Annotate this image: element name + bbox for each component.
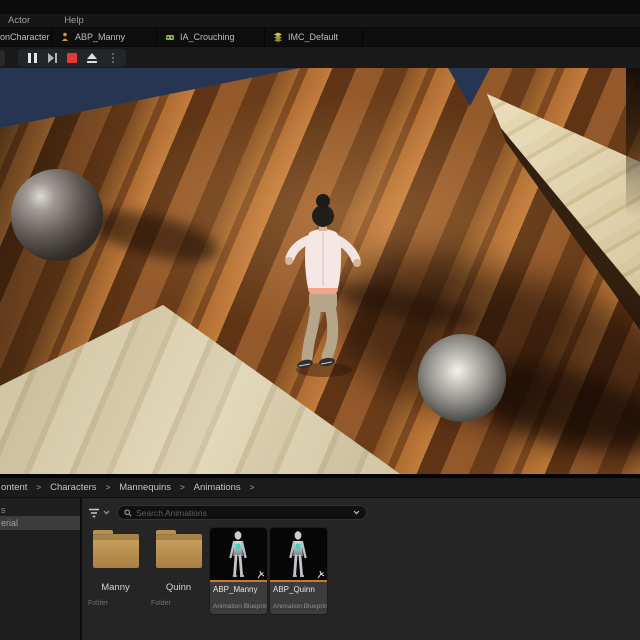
tab-abp-manny[interactable]: ABP_Manny <box>52 28 157 46</box>
search-input[interactable]: Search Animations <box>117 505 367 520</box>
pause-button[interactable] <box>24 51 40 65</box>
content-browser: s erial Search Animations Manny Folder Q… <box>0 498 640 640</box>
filter-chevron-icon[interactable] <box>103 510 110 515</box>
breadcrumb-separator: > <box>249 483 255 492</box>
menu-actor[interactable]: Actor <box>8 15 30 26</box>
asset-name: Quinn <box>165 582 192 593</box>
asset-name: ABP_Quinn <box>273 585 315 594</box>
asset-type: Folder <box>151 600 171 607</box>
playback-controls <box>18 49 126 67</box>
eject-icon <box>87 53 97 63</box>
asset-type: Folder <box>88 600 108 607</box>
player-character <box>285 194 361 377</box>
input-mapping-context-icon <box>274 32 282 42</box>
filter-row: Search Animations <box>88 505 367 520</box>
search-options-chevron-icon[interactable] <box>353 510 360 515</box>
asset-type: Animation Blueprint <box>213 603 267 610</box>
unreal-editor-window: Actor Help onCharacter ABP_Manny IA_Crou… <box>0 0 640 640</box>
tab-oncharacter[interactable]: onCharacter <box>0 28 52 46</box>
toolbar-options-button[interactable] <box>104 51 120 65</box>
tab-label: IA_Crouching <box>180 32 235 42</box>
asset-tile-quinn[interactable]: Quinn Folder <box>150 530 207 607</box>
breadcrumb-separator: > <box>180 483 185 492</box>
search-placeholder: Search Animations <box>136 507 207 518</box>
asset-thumbnail <box>270 528 327 580</box>
kebab-icon <box>112 53 114 63</box>
asset-name: Manny <box>101 582 130 593</box>
metal-sphere-left <box>11 169 103 261</box>
tab-label: IMC_Default <box>288 32 339 42</box>
source-row-label: erial <box>1 518 19 528</box>
input-action-icon <box>166 35 174 40</box>
pose-watermark-icon <box>317 570 325 579</box>
mannequin-thumbnail <box>229 531 247 577</box>
source-row-selected[interactable]: erial <box>0 516 80 530</box>
breadcrumb-separator: > <box>105 483 111 492</box>
eject-button[interactable] <box>84 51 100 65</box>
breadcrumb-separator: > <box>36 483 42 492</box>
stop-icon <box>67 53 77 63</box>
viewport-right-dark-edge <box>626 68 640 218</box>
tab-imc-default[interactable]: IMC_Default <box>265 28 363 46</box>
sources-panel: s erial <box>0 498 82 640</box>
asset-type: Animation Blueprint <box>273 603 327 610</box>
breadcrumb-content[interactable]: ontent <box>1 482 27 493</box>
asset-tile-abp-quinn[interactable]: ABP_Quinn Animation Blueprint <box>270 528 327 614</box>
asset-tile-manny[interactable]: Manny Folder <box>87 530 144 607</box>
mannequin-thumbnail <box>289 531 307 577</box>
source-row-label: s <box>1 504 6 515</box>
window-titlebar <box>0 0 640 14</box>
metal-sphere-right <box>418 334 506 422</box>
folder-icon <box>155 530 202 568</box>
menu-bar: Actor Help <box>0 14 640 28</box>
breadcrumb-animations[interactable]: Animations <box>194 482 241 493</box>
pause-icon <box>27 53 37 63</box>
animation-blueprint-icon <box>62 32 68 41</box>
play-toolbar <box>0 46 640 68</box>
pose-watermark-icon <box>257 570 265 579</box>
tab-label: onCharacter <box>0 32 50 42</box>
frame-skip-icon <box>47 53 54 63</box>
breadcrumb-characters[interactable]: Characters <box>50 482 96 493</box>
source-row[interactable]: s <box>0 503 80 516</box>
breadcrumb-mannequins[interactable]: Mannequins <box>119 482 171 493</box>
viewport-3d[interactable] <box>0 68 640 474</box>
search-icon <box>124 508 132 517</box>
toolbar-partial-button[interactable] <box>0 50 5 66</box>
tab-label: ABP_Manny <box>75 32 126 42</box>
filter-icon[interactable] <box>88 508 100 518</box>
frame-skip-button[interactable] <box>44 51 60 65</box>
stop-button[interactable] <box>64 51 80 65</box>
tab-ia-crouching[interactable]: IA_Crouching <box>157 28 265 46</box>
asset-tile-abp-manny[interactable]: ABP_Manny Animation Blueprint <box>210 528 267 614</box>
folder-icon <box>92 530 139 568</box>
breadcrumb: ontent > Characters > Mannequins > Anima… <box>0 478 640 498</box>
menu-help[interactable]: Help <box>64 15 84 26</box>
asset-tab-bar: onCharacter ABP_Manny IA_Crouching IMC_D… <box>0 28 640 46</box>
content-browser-main: Search Animations Manny Folder Quinn Fol… <box>84 498 640 640</box>
asset-thumbnail <box>210 528 267 580</box>
asset-name: ABP_Manny <box>213 585 258 594</box>
frame-skip-bar <box>54 53 57 63</box>
